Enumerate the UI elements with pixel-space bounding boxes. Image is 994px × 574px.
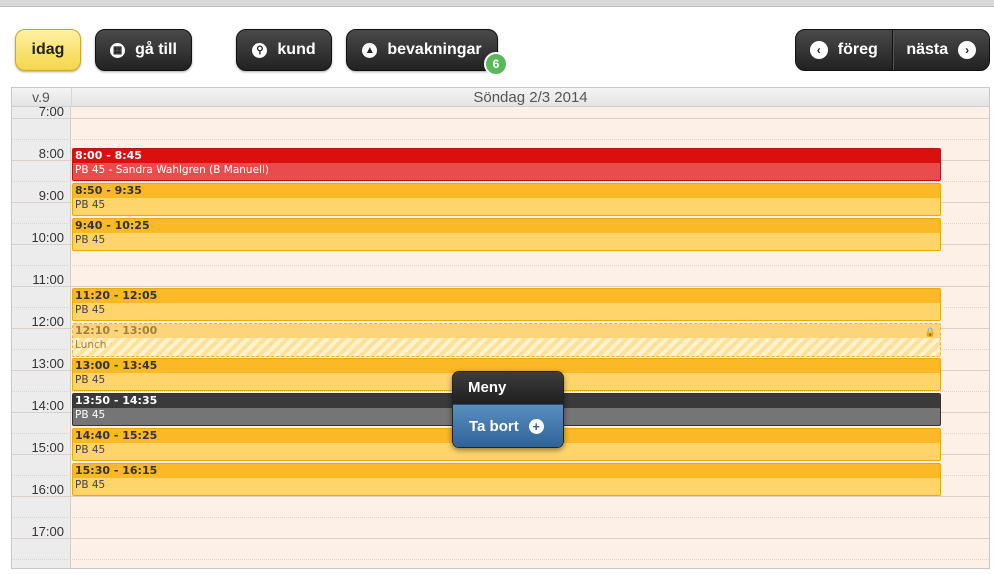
- customer-button[interactable]: ⚲ kund: [236, 29, 332, 71]
- prev-button[interactable]: ‹ föreg: [796, 30, 892, 70]
- nav-group: ‹ föreg nästa ›: [795, 29, 990, 71]
- lock-icon: 🔒: [924, 327, 936, 337]
- event-time: 8:00 - 8:45: [73, 149, 940, 163]
- delete-menu-item[interactable]: Ta bort +: [453, 404, 563, 447]
- time-label: 16:00: [31, 482, 64, 497]
- event-text: PB 45: [75, 199, 106, 211]
- chevron-left-icon: ‹: [809, 41, 828, 59]
- time-gutter: [12, 107, 71, 568]
- customer-label: kund: [277, 41, 316, 58]
- hour-line: [12, 286, 989, 287]
- event-block-locked[interactable]: 12:10 - 13:00 Lunch 🔒: [72, 323, 941, 357]
- time-label: 12:00: [31, 314, 64, 329]
- day-title: Söndag 2/3 2014: [71, 88, 989, 106]
- search-icon: ⚲: [252, 42, 268, 58]
- watch-button[interactable]: ▲ bevakningar: [346, 29, 498, 71]
- time-label: 8:00: [38, 146, 64, 161]
- half-hour-line: [12, 181, 989, 182]
- time-label: 7:00: [38, 104, 64, 119]
- time-label: 11:00: [32, 272, 64, 287]
- hour-line: [12, 496, 989, 497]
- event-text: Lunch: [75, 339, 107, 351]
- event-time: 15:30 - 16:15: [73, 464, 940, 478]
- context-menu: Meny Ta bort +: [452, 371, 564, 448]
- day-calendar: v.9 Söndag 2/3 2014 7:00 8:00 9:00 10:00 11:…: [11, 87, 990, 569]
- prev-label: föreg: [837, 41, 878, 58]
- delete-label: Ta bort: [469, 418, 519, 435]
- event-text: PB 45: [75, 234, 106, 246]
- time-label: 10:00: [31, 230, 64, 245]
- chevron-right-icon: ›: [958, 41, 977, 59]
- event-time: 11:20 - 12:05: [73, 289, 940, 303]
- event-time: 12:10 - 13:00: [73, 324, 940, 338]
- calendar-header: v.9 Söndag 2/3 2014: [12, 88, 989, 107]
- event-text: PB 45: [75, 479, 106, 491]
- time-label: 9:00: [38, 188, 64, 203]
- half-hour-line: [12, 559, 989, 560]
- event-text: PB 45 - Sandra Wahlgren (B Manuell): [75, 164, 269, 176]
- today-button[interactable]: idag: [15, 29, 81, 71]
- top-border: [0, 0, 994, 7]
- half-hour-line: [12, 517, 989, 518]
- next-label: nästa: [906, 41, 949, 58]
- half-hour-line: [12, 139, 989, 140]
- goto-label: gå till: [135, 41, 177, 58]
- half-hour-line: [12, 265, 989, 266]
- hour-line: [12, 538, 989, 539]
- event-time: 9:40 - 10:25: [73, 219, 940, 233]
- hour-line: [12, 118, 989, 119]
- next-button[interactable]: nästa ›: [894, 30, 990, 70]
- warning-icon: ▲: [362, 42, 378, 58]
- event-time: 8:50 - 9:35: [73, 184, 940, 198]
- plus-icon: +: [528, 419, 544, 434]
- event-block[interactable]: 15:30 - 16:15 PB 45: [72, 463, 941, 496]
- today-label: idag: [31, 41, 65, 58]
- goto-button[interactable]: ▦ gå till: [95, 29, 192, 71]
- event-block[interactable]: 8:00 - 8:45 PB 45 - Sandra Wahlgren (B M…: [72, 148, 941, 181]
- context-menu-title: Meny: [453, 372, 563, 404]
- event-block[interactable]: 11:20 - 12:05 PB 45: [72, 288, 941, 321]
- event-block[interactable]: 8:50 - 9:35 PB 45: [72, 183, 941, 216]
- calendar-icon: ▦: [110, 42, 126, 58]
- time-label: 13:00: [31, 356, 64, 371]
- watch-count-badge: 6: [484, 52, 508, 76]
- watch-label: bevakningar: [387, 41, 482, 58]
- event-block[interactable]: 9:40 - 10:25 PB 45: [72, 218, 941, 251]
- time-label: 17:00: [31, 524, 64, 539]
- event-text: PB 45: [75, 304, 106, 316]
- time-label: 15:00: [31, 440, 64, 455]
- time-label: 14:00: [31, 398, 64, 413]
